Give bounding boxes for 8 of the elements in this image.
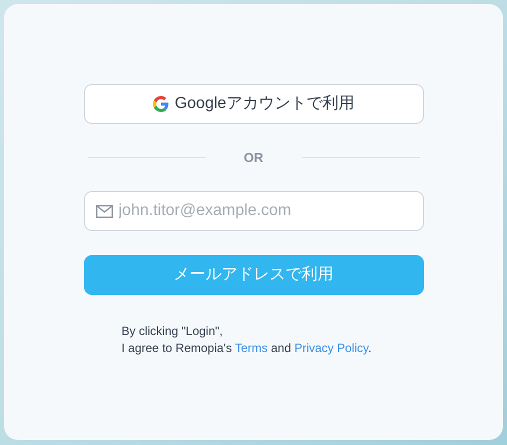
email-sign-in-button[interactable]: メールアドレスで利用 — [84, 254, 424, 294]
consent-text: By clicking "Login", I agree to Remopia's Terms and Privacy Policy. — [122, 322, 372, 356]
divider-label: OR — [242, 149, 264, 167]
envelope-icon — [96, 204, 112, 218]
google-sign-in-button[interactable]: Googleアカウントで利用 — [84, 84, 424, 124]
terms-link[interactable]: Terms — [234, 340, 268, 354]
privacy-policy-link[interactable]: Privacy Policy — [294, 340, 368, 354]
google-logo-icon — [152, 96, 169, 112]
